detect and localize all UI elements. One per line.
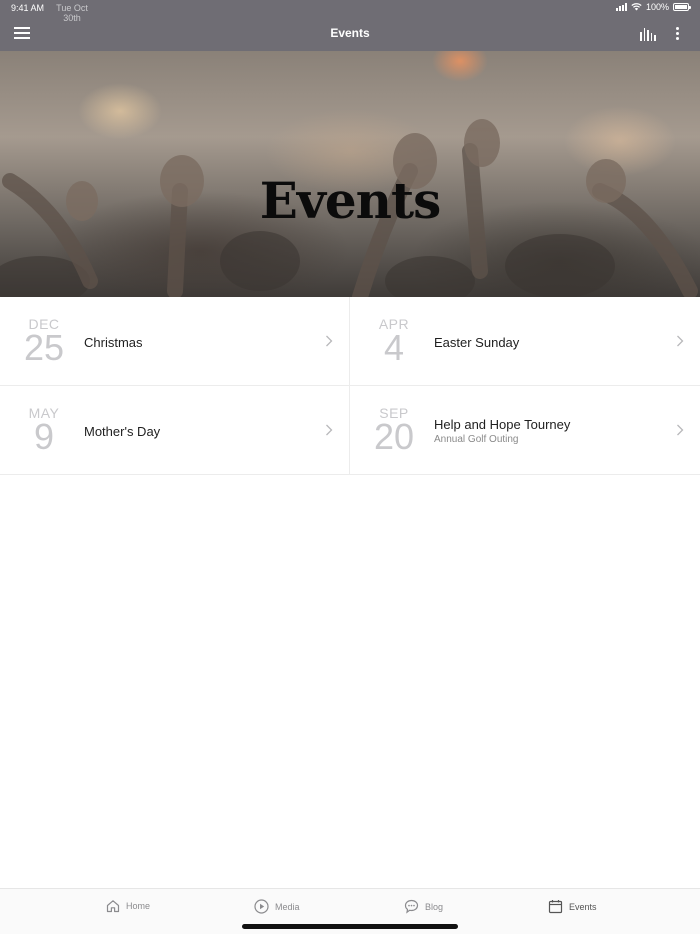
tab-home[interactable]: Home (106, 899, 150, 913)
chevron-right-icon (326, 335, 333, 347)
event-title: Christmas (84, 335, 143, 350)
chevron-right-icon (677, 424, 684, 436)
event-date: DEC 25 (22, 317, 66, 368)
event-date: MAY 9 (22, 406, 66, 457)
home-icon (106, 900, 120, 913)
event-subtitle: Annual Golf Outing (434, 434, 519, 445)
status-date: Tue Oct 30th (56, 3, 88, 23)
event-item[interactable]: APR 4 Easter Sunday (350, 297, 700, 385)
event-date: APR 4 (372, 317, 416, 368)
chevron-right-icon (677, 335, 684, 347)
event-title: Easter Sunday (434, 335, 520, 350)
event-item[interactable]: DEC 25 Christmas (0, 297, 350, 385)
status-right: 100% (615, 2, 691, 12)
battery-percent: 100% (645, 2, 669, 12)
event-item[interactable]: MAY 9 Mother's Day (0, 386, 350, 474)
page-title: Events (330, 26, 370, 40)
tab-events[interactable]: Events (548, 899, 597, 914)
signal-icon (615, 3, 627, 11)
events-list: DEC 25 Christmas APR 4 Easter Sunday MAY (0, 297, 700, 475)
event-day: 4 (383, 327, 405, 368)
status-time: 9:41 AM (11, 3, 45, 13)
home-indicator[interactable] (242, 924, 458, 929)
tab-label: Home (126, 901, 151, 911)
event-title: Mother's Day (84, 424, 161, 439)
tab-blog[interactable]: Blog (404, 899, 443, 914)
tab-label: Events (569, 901, 597, 912)
battery-icon (673, 3, 691, 11)
event-day: 9 (33, 416, 55, 457)
events-row: MAY 9 Mother's Day SEP 20 Help and Hope … (0, 386, 700, 475)
more-vertical-icon[interactable] (676, 27, 680, 41)
hero-banner: Events (0, 51, 700, 297)
app-root: 9:41 AM Tue Oct 30th 100% Events Events … (0, 0, 700, 934)
wifi-icon (631, 3, 642, 11)
event-day: 25 (23, 327, 65, 368)
tab-label: Blog (425, 901, 444, 912)
events-row: DEC 25 Christmas APR 4 Easter Sunday (0, 297, 700, 386)
event-item[interactable]: SEP 20 Help and Hope Tourney Annual Golf… (350, 386, 700, 474)
audio-bars-icon[interactable] (640, 27, 656, 41)
event-title: Help and Hope Tourney (434, 417, 571, 432)
hero-title: Events (259, 171, 442, 230)
top-bar: 9:41 AM Tue Oct 30th 100% Events (0, 0, 700, 51)
calendar-icon (548, 900, 563, 914)
event-date: SEP 20 (372, 406, 416, 457)
tab-label: Media (275, 901, 300, 912)
event-day: 20 (373, 416, 415, 457)
chat-bubble-icon (404, 899, 419, 914)
chevron-right-icon (326, 424, 333, 436)
tab-media[interactable]: Media (254, 899, 300, 914)
play-circle-icon (254, 899, 269, 914)
status-bar: 9:41 AM Tue Oct 30th 100% (0, 0, 700, 23)
